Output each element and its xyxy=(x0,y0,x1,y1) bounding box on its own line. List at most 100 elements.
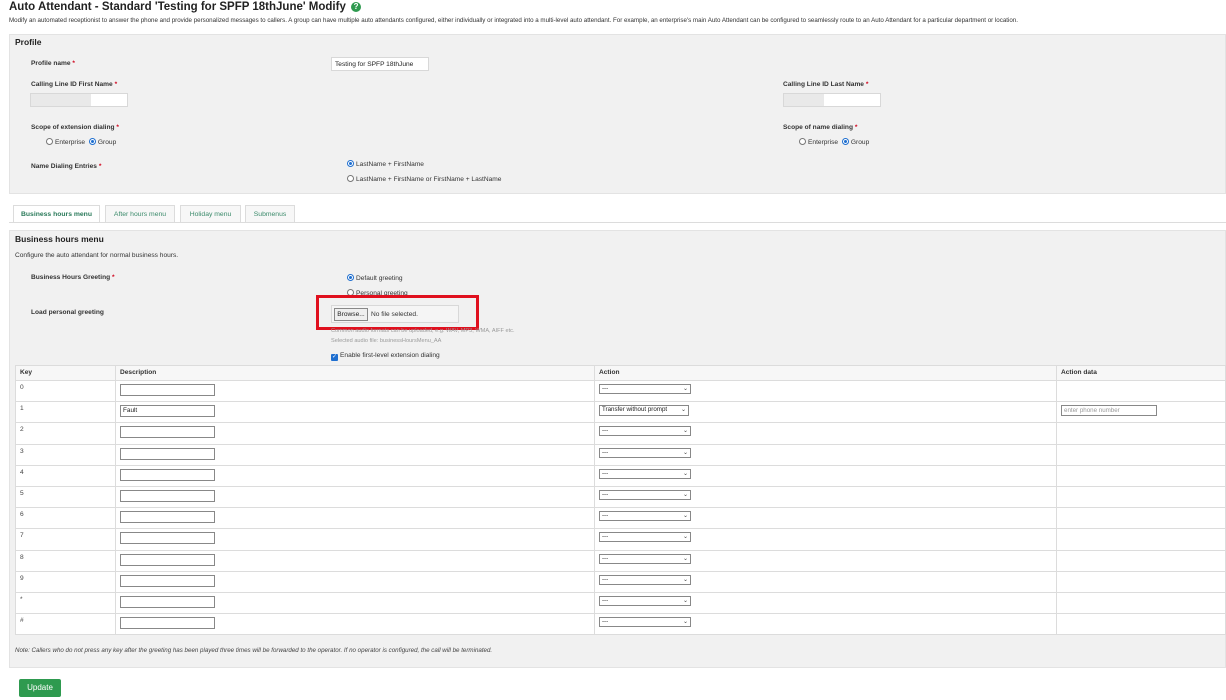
description-input[interactable] xyxy=(120,468,215,481)
row-action-cell: --- ⌄ xyxy=(594,613,1057,636)
action-select-value: Transfer without prompt xyxy=(602,406,668,414)
tab-submenus[interactable]: Submenus xyxy=(245,205,295,223)
description-input[interactable] xyxy=(120,447,215,460)
default-greeting-radio[interactable] xyxy=(347,274,354,281)
row-action-cell: --- ⌄ xyxy=(594,549,1057,572)
row-key: 8 xyxy=(15,549,116,572)
row-description-cell xyxy=(115,528,595,551)
row-description-cell xyxy=(115,422,595,445)
audio-formats-hint: Common audio formats can be uploaded, e.… xyxy=(331,328,515,334)
description-input[interactable] xyxy=(120,574,215,587)
scope-ext-group-radio[interactable] xyxy=(88,138,96,145)
business-hours-title: Business hours menu xyxy=(15,234,104,244)
table-row: 4 --- ⌄ xyxy=(15,464,1226,487)
profile-name-label: Profile name * xyxy=(31,60,75,67)
action-select[interactable]: --- ⌄ xyxy=(599,468,691,479)
row-description-cell xyxy=(115,613,595,636)
action-select[interactable]: --- ⌄ xyxy=(599,595,691,606)
row-description-cell xyxy=(115,485,595,509)
row-key: 1 xyxy=(15,401,116,424)
scope-ext-enterprise-radio[interactable] xyxy=(46,138,53,145)
action-select[interactable]: --- ⌄ xyxy=(599,574,691,585)
table-row: 5 --- ⌄ xyxy=(15,485,1226,509)
row-description-cell xyxy=(115,507,595,530)
profile-name-input[interactable]: Testing for SPFP 18thJune xyxy=(331,57,429,71)
name-dialing-option-1[interactable]: LastName + FirstName xyxy=(347,160,424,168)
action-select[interactable]: --- ⌄ xyxy=(599,426,691,437)
table-row: 7 --- ⌄ xyxy=(15,528,1226,551)
profile-title: Profile xyxy=(15,37,42,47)
name-dialing-radio-2[interactable] xyxy=(347,175,354,182)
row-action-cell: --- ⌄ xyxy=(594,485,1057,509)
description-input[interactable]: Fault xyxy=(120,405,215,418)
row-key: # xyxy=(15,613,116,636)
action-select[interactable]: --- ⌄ xyxy=(599,532,691,543)
row-action-data-cell: enter phone number xyxy=(1056,401,1226,424)
description-input[interactable] xyxy=(120,511,215,524)
row-action-cell: --- ⌄ xyxy=(594,464,1057,487)
row-key: 9 xyxy=(15,570,116,593)
action-select[interactable]: --- ⌄ xyxy=(599,617,691,628)
default-greeting-option[interactable]: Default greeting xyxy=(347,274,403,282)
description-input[interactable] xyxy=(120,595,215,608)
update-button[interactable]: Update xyxy=(19,679,61,697)
scope-name-group-radio[interactable] xyxy=(841,138,849,145)
action-select[interactable]: --- ⌄ xyxy=(599,447,691,458)
action-select[interactable]: --- ⌄ xyxy=(599,511,691,522)
table-row: 9 --- ⌄ xyxy=(15,570,1226,593)
selected-audio-file: Selected audio file: businessHoursMenu_A… xyxy=(331,338,442,344)
action-select-value: --- xyxy=(602,618,609,626)
action-select[interactable]: --- ⌄ xyxy=(599,553,691,564)
page-title: Auto Attendant - Standard 'Testing for S… xyxy=(9,1,362,13)
operator-note: Note: Callers who do not press any key a… xyxy=(15,647,493,654)
table-row: * --- ⌄ xyxy=(15,591,1226,615)
scope-extension-label: Scope of extension dialing * xyxy=(31,124,119,131)
header-action: Action xyxy=(594,365,1057,381)
row-action-cell: --- ⌄ xyxy=(594,528,1057,551)
tab-after-hours[interactable]: After hours menu xyxy=(105,205,175,223)
name-dialing-option-2[interactable]: LastName + FirstName or FirstName + Last… xyxy=(347,175,501,183)
action-select-value: --- xyxy=(602,575,609,583)
action-select-value: --- xyxy=(602,490,609,498)
action-select-value: --- xyxy=(602,469,609,477)
chevron-down-icon: ⌄ xyxy=(682,534,688,541)
row-description-cell xyxy=(115,570,595,593)
scope-extension-options: Enterprise Group xyxy=(46,138,116,146)
row-action-data-cell xyxy=(1056,570,1226,593)
page-title-text: Auto Attendant - Standard 'Testing for S… xyxy=(9,1,346,13)
enable-extension-dialing[interactable]: ✓ Enable first-level extension dialing xyxy=(331,352,440,361)
key-action-table: Key Description Action Action data 0 --- ⌄… xyxy=(15,365,1226,636)
phone-number-input[interactable]: enter phone number xyxy=(1061,405,1157,417)
row-action-data-cell xyxy=(1056,613,1226,636)
description-input[interactable] xyxy=(120,617,215,630)
description-input[interactable] xyxy=(120,384,215,396)
row-description-cell: Fault xyxy=(115,401,595,424)
scope-name-enterprise-radio[interactable] xyxy=(799,138,806,145)
name-dialing-radio-1[interactable] xyxy=(347,160,354,167)
action-select[interactable]: Transfer without prompt ⌄ xyxy=(599,405,689,417)
enable-extension-checkbox[interactable]: ✓ xyxy=(331,354,338,361)
table-header-row: Key Description Action Action data xyxy=(15,365,1226,381)
tab-holiday[interactable]: Holiday menu xyxy=(180,205,241,223)
help-icon[interactable]: ? xyxy=(351,2,362,12)
description-input[interactable] xyxy=(120,426,215,439)
action-select[interactable]: --- ⌄ xyxy=(599,489,691,500)
scope-name-options: Enterprise Group xyxy=(799,138,869,146)
load-greeting-label: Load personal greeting xyxy=(31,309,104,316)
tab-business-hours[interactable]: Business hours menu xyxy=(13,205,100,223)
row-key: 4 xyxy=(15,464,116,487)
row-key: * xyxy=(15,591,116,615)
chevron-down-icon: ⌄ xyxy=(682,576,688,583)
first-name-label: Calling Line ID First Name * xyxy=(31,81,118,88)
row-key: 3 xyxy=(15,443,116,466)
row-action-cell: --- ⌄ xyxy=(594,379,1057,403)
description-input[interactable] xyxy=(120,532,215,545)
tabs-divider xyxy=(9,222,1226,223)
row-action-data-cell xyxy=(1056,591,1226,615)
row-action-data-cell xyxy=(1056,549,1226,572)
description-input[interactable] xyxy=(120,489,215,502)
scope-name-label: Scope of name dialing * xyxy=(783,124,858,131)
name-dialing-label: Name Dialing Entries * xyxy=(31,163,102,170)
action-select[interactable]: --- ⌄ xyxy=(599,384,691,394)
description-input[interactable] xyxy=(120,553,215,566)
